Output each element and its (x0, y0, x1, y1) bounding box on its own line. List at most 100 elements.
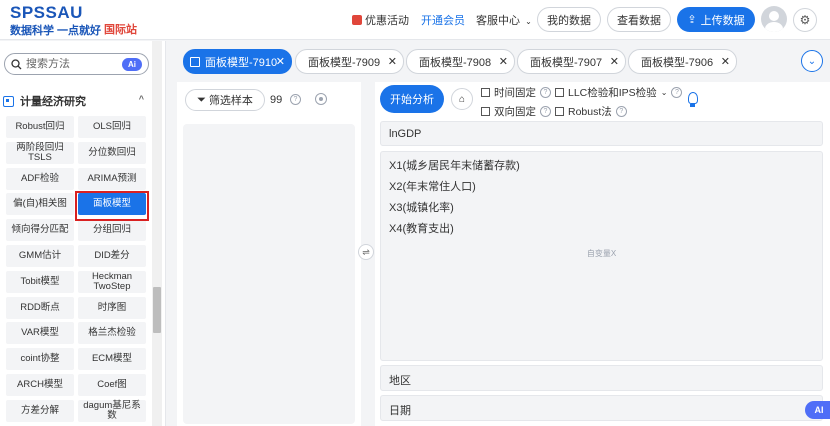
service-label: 客服中心 (476, 15, 520, 27)
option-llc[interactable]: LLC检验和IPS检验 ⌄ ? (555, 85, 683, 100)
method-button[interactable]: 倾向得分匹配 (6, 219, 74, 242)
search-input[interactable] (26, 58, 116, 70)
ai-search-chip[interactable]: Ai (122, 58, 142, 71)
method-button[interactable]: RDD断点 (6, 296, 74, 319)
method-button[interactable]: 分组回归 (78, 219, 146, 242)
method-button[interactable]: ARCH模型 (6, 374, 74, 396)
scrollbar-thumb[interactable] (153, 287, 161, 333)
close-icon[interactable]: ✕ (721, 55, 730, 68)
x-variable-item[interactable]: X2(年末常住人口) (389, 177, 814, 198)
method-button[interactable]: ECM模型 (78, 348, 146, 371)
my-data-button[interactable]: 我的数据 (537, 7, 601, 32)
target-icon[interactable] (315, 93, 327, 105)
tab-item[interactable]: 面板模型-7909 ✕ (295, 49, 404, 74)
help-icon[interactable]: ? (540, 106, 551, 117)
lightbulb-icon[interactable] (688, 92, 698, 107)
start-analysis-button[interactable]: 开始分析 (380, 85, 444, 113)
gift-icon (352, 15, 362, 25)
region-label: 地区 (389, 375, 411, 387)
x-variable-item[interactable]: X1(城乡居民年末储蓄存款) (389, 156, 814, 177)
brush-icon[interactable]: ⌂ (451, 88, 473, 110)
method-button[interactable]: 两阶段回归 TSLS (6, 141, 74, 164)
logo-tagline: 数据科学 一点就好 (10, 25, 102, 37)
llc-label: LLC检验和IPS检验 (568, 87, 657, 99)
upload-icon: ⇪ (687, 14, 697, 26)
logo-main[interactable]: SPSSAU (10, 3, 83, 23)
method-button[interactable]: 偏(自)相关图 (6, 193, 74, 216)
independent-variable-box[interactable]: X1(城乡居民年末储蓄存款) X2(年末常住人口) X3(城镇化率) X4(教育支出)… (380, 151, 823, 361)
help-icon[interactable]: ? (671, 87, 683, 98)
chevron-down-circle-icon[interactable]: ⌄ (801, 50, 823, 72)
method-button[interactable]: Heckman TwoStep (78, 270, 146, 293)
method-button[interactable]: 方差分解 (6, 399, 74, 422)
method-sidebar: Ai 计量经济研究 ^ Robust回归OLS回归两阶段回归 TSLS分位数回归… (0, 41, 166, 426)
close-icon[interactable]: ✕ (499, 55, 508, 68)
tab-item[interactable]: 面板模型-7910 ✕ (183, 49, 292, 74)
category-icon (3, 95, 14, 107)
method-button[interactable]: OLS回归 (78, 116, 146, 138)
method-button[interactable]: 分位数回归 (78, 141, 146, 164)
method-button[interactable]: 时序图 (78, 296, 146, 319)
robust-checkbox[interactable] (555, 107, 564, 116)
y-variable[interactable]: lnGDP (389, 128, 421, 140)
avatar[interactable] (761, 6, 787, 32)
upload-data-button[interactable]: ⇪ 上传数据 (677, 7, 755, 32)
variable-list[interactable] (183, 124, 355, 424)
service-center-dropdown[interactable]: 客服中心 ⌄ (476, 12, 532, 28)
method-button[interactable]: coint协整 (6, 348, 74, 371)
method-button[interactable]: ADF检验 (6, 167, 74, 190)
tab-item[interactable]: 面板模型-7906 ✕ (628, 49, 737, 74)
method-button[interactable]: dagum基尼系 数 (78, 399, 146, 422)
variable-panel: ⏷ 筛选样本 99 ? (177, 82, 361, 426)
category-econometrics[interactable]: 计量经济研究 ^ (3, 93, 148, 109)
region-variable-box[interactable]: 地区 (380, 365, 823, 391)
sidebar-scrollbar[interactable] (152, 41, 162, 426)
method-button[interactable]: GMM估计 (6, 245, 74, 267)
swap-icon[interactable]: ⇌ (358, 244, 374, 260)
dependent-variable-box[interactable]: lnGDP (380, 121, 823, 146)
method-button[interactable]: DID差分 (78, 245, 146, 267)
filter-sample-button[interactable]: ⏷ 筛选样本 (185, 89, 265, 111)
tab-label: 面板模型-7907 (530, 56, 603, 69)
x-variable-item[interactable]: X4(教育支出) (389, 219, 814, 240)
close-icon[interactable]: ✕ (388, 55, 397, 68)
option-time-fixed[interactable]: 时间固定 ? (481, 85, 551, 100)
chevron-down-icon[interactable]: ⌄ (661, 88, 668, 97)
tab-label: 面板模型-7909 (308, 56, 381, 69)
method-search[interactable]: Ai (4, 53, 149, 75)
two-way-checkbox[interactable] (481, 107, 490, 116)
x-box-hint: 自变量X (586, 249, 617, 258)
tab-label: 面板模型-7906 (641, 56, 714, 69)
help-icon[interactable]: ? (615, 106, 627, 117)
date-label: 日期 (389, 405, 411, 417)
method-button[interactable]: Coef图 (78, 374, 146, 396)
tab-item[interactable]: 面板模型-7907 ✕ (517, 49, 626, 74)
option-robust[interactable]: Robust法 ? (555, 104, 627, 119)
close-icon[interactable]: ✕ (610, 55, 619, 68)
intl-site-link[interactable]: 国际站 (104, 21, 137, 37)
method-button[interactable]: ARIMA预测 (78, 167, 146, 190)
ai-assistant-button[interactable]: AI (805, 401, 830, 419)
option-two-way[interactable]: 双向固定 ? (481, 104, 551, 119)
view-data-button[interactable]: 查看数据 (607, 7, 671, 32)
help-icon[interactable]: ? (290, 94, 301, 105)
method-button[interactable]: VAR模型 (6, 322, 74, 345)
tab-item[interactable]: 面板模型-7908 ✕ (406, 49, 515, 74)
time-fixed-label: 时间固定 (494, 87, 536, 99)
date-variable-box[interactable]: 日期 (380, 395, 823, 421)
promo-link[interactable]: 优惠活动 (352, 12, 409, 28)
method-button[interactable]: 格兰杰检验 (78, 322, 146, 345)
method-button[interactable]: Tobit模型 (6, 270, 74, 293)
vip-link[interactable]: 开通会员 (421, 12, 465, 28)
variable-count: 99 (270, 94, 283, 106)
gear-icon[interactable]: ⚙ (793, 8, 817, 32)
close-icon[interactable]: ✕ (276, 55, 285, 68)
time-fixed-checkbox[interactable] (481, 88, 490, 97)
chevron-down-icon: ⌄ (525, 17, 532, 26)
help-icon[interactable]: ? (540, 87, 551, 98)
method-button[interactable]: Robust回归 (6, 116, 74, 138)
x-variable-list: X1(城乡居民年末储蓄存款) X2(年末常住人口) X3(城镇化率) X4(教育支出) (389, 156, 814, 240)
llc-checkbox[interactable] (555, 88, 564, 97)
x-variable-item[interactable]: X3(城镇化率) (389, 198, 814, 219)
search-icon (11, 58, 22, 69)
